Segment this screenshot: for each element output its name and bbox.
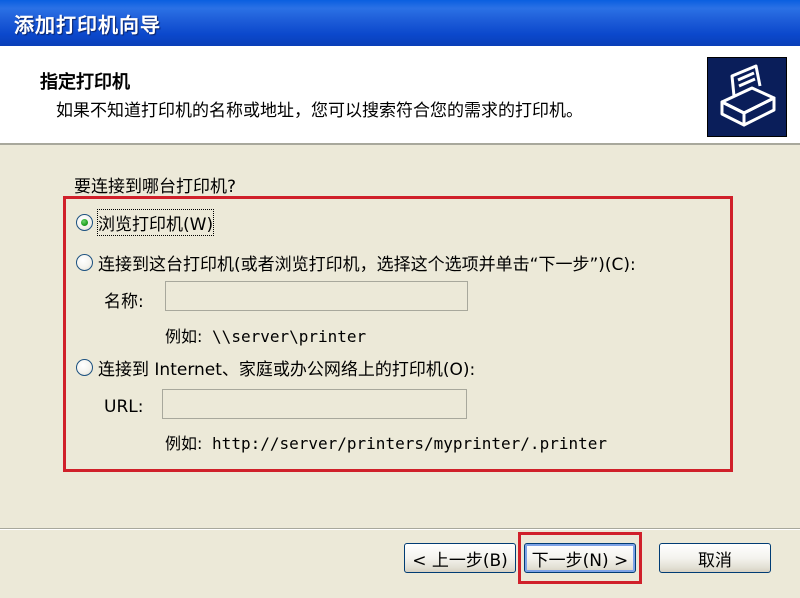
url-example-prefix: 例如: <box>165 434 203 453</box>
printer-name-label: 名称: <box>104 292 144 312</box>
header-title: 指定打印机 <box>40 72 130 93</box>
radio-browse-printer[interactable]: 浏览打印机(W) <box>76 209 215 236</box>
wizard-header: 指定打印机 如果不知道打印机的名称或地址，您可以搜索符合您的需求的打印机。 <box>0 46 800 145</box>
radio-browse-indicator[interactable] <box>76 214 93 231</box>
title-bar[interactable]: 添加打印机向导 <box>0 0 800 47</box>
radio-internet-label[interactable]: 连接到 Internet、家庭或办公网络上的打印机(O): <box>98 355 475 380</box>
radio-internet-printer[interactable]: 连接到 Internet、家庭或办公网络上的打印机(O): <box>76 355 475 380</box>
printer-name-example-prefix: 例如: <box>165 327 203 346</box>
url-label: URL: <box>104 397 144 417</box>
printer-name-example: 例如: \\server\printer <box>165 323 366 347</box>
window-title: 添加打印机向导 <box>14 13 161 37</box>
footer-divider <box>0 528 800 530</box>
printer-name-input[interactable] <box>165 281 468 311</box>
question-label: 要连接到哪台打印机? <box>74 177 237 197</box>
url-input[interactable] <box>162 389 467 419</box>
next-button-highlight-frame <box>518 532 642 584</box>
cancel-button[interactable]: 取消 <box>659 543 771 573</box>
url-example: 例如: http://server/printers/myprinter/.pr… <box>165 430 607 454</box>
url-example-value: http://server/printers/myprinter/.printe… <box>212 434 607 453</box>
back-button[interactable]: < 上一步(B) <box>404 543 516 573</box>
printer-icon <box>707 57 787 137</box>
radio-internet-indicator[interactable] <box>76 359 93 376</box>
add-printer-wizard-window: 添加打印机向导 指定打印机 如果不知道打印机的名称或地址，您可以搜索符合您的需求… <box>0 0 800 598</box>
radio-connect-label[interactable]: 连接到这台打印机(或者浏览打印机，选择这个选项并单击“下一步”)(C): <box>98 250 636 275</box>
radio-connect-printer[interactable]: 连接到这台打印机(或者浏览打印机，选择这个选项并单击“下一步”)(C): <box>76 250 636 275</box>
radio-browse-label[interactable]: 浏览打印机(W) <box>96 209 215 236</box>
radio-connect-indicator[interactable] <box>76 254 93 271</box>
header-subtitle: 如果不知道打印机的名称或地址，您可以搜索符合您的需求的打印机。 <box>56 101 583 121</box>
printer-name-example-value: \\server\printer <box>212 327 367 346</box>
